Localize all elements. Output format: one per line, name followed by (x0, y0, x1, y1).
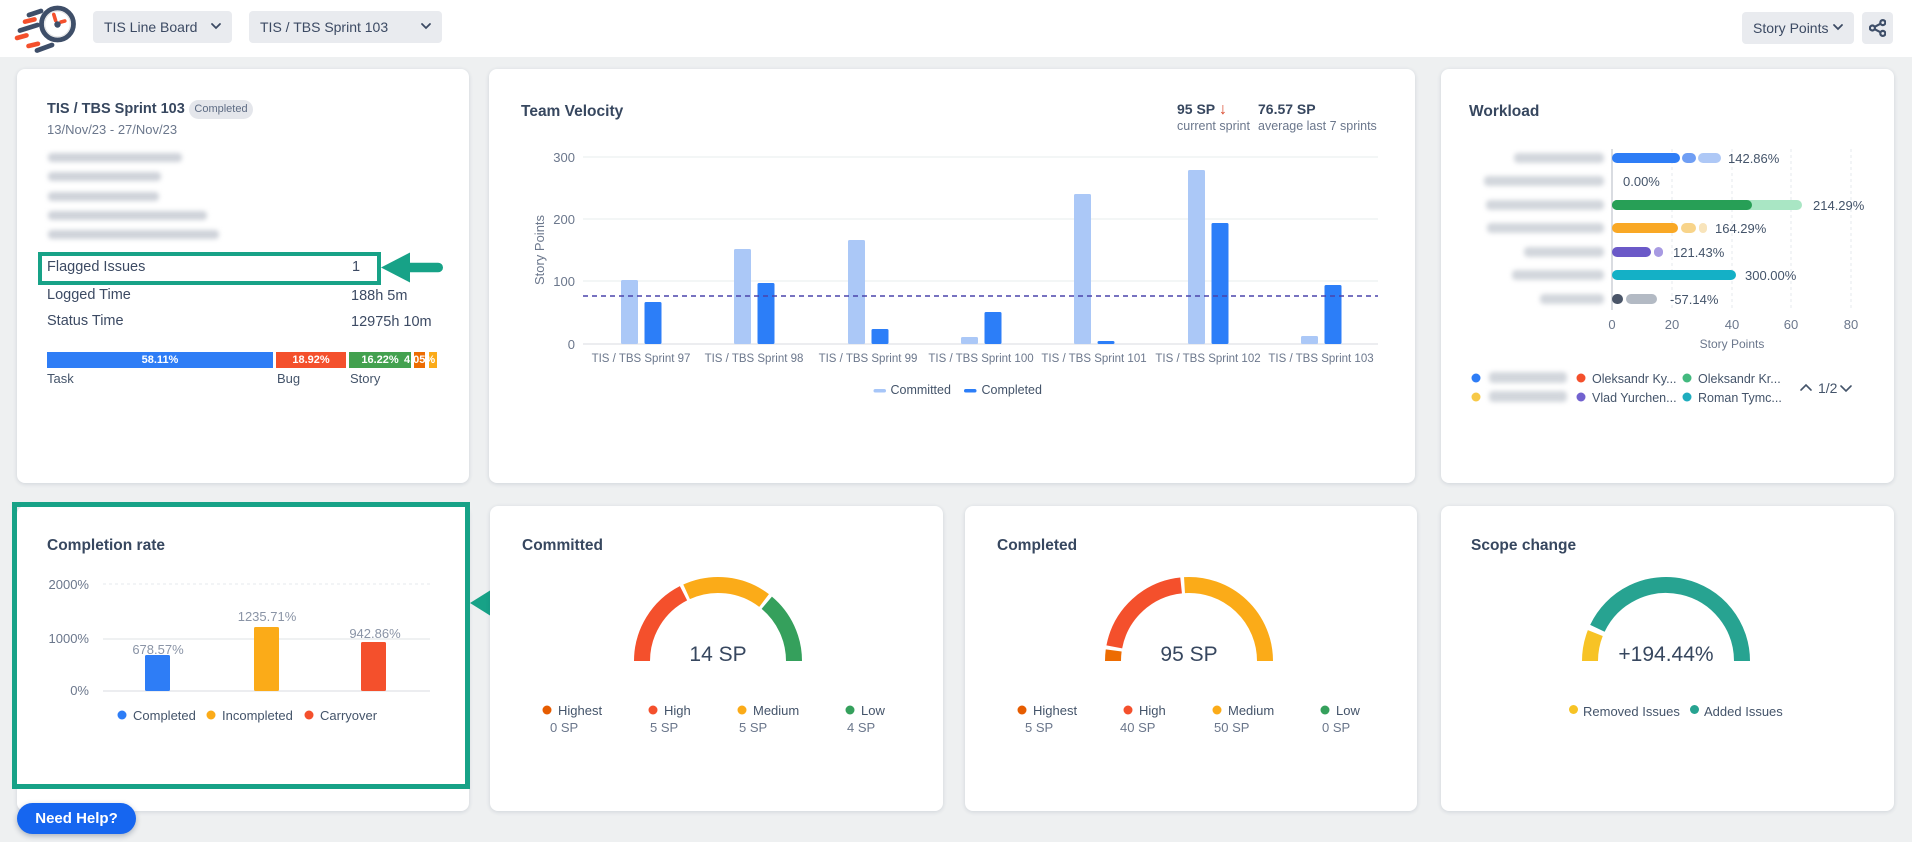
svg-text:Low: Low (1336, 703, 1360, 718)
svg-text:5 SP: 5 SP (650, 720, 678, 735)
svg-text:TIS / TBS Sprint 98: TIS / TBS Sprint 98 (705, 353, 804, 365)
svg-text:300: 300 (553, 150, 575, 165)
svg-text:60: 60 (1784, 317, 1798, 332)
svg-text:40: 40 (1725, 317, 1739, 332)
svg-text:142.86%: 142.86% (1728, 151, 1780, 166)
svg-text:TIS / TBS Sprint 99: TIS / TBS Sprint 99 (819, 353, 918, 365)
svg-text:Story Points: Story Points (532, 214, 547, 285)
svg-text:100: 100 (553, 274, 575, 289)
svg-text:Highest: Highest (1033, 703, 1077, 718)
svg-text:Medium: Medium (753, 703, 799, 718)
svg-text:0.00%: 0.00% (1623, 174, 1660, 189)
svg-text:Medium: Medium (1228, 703, 1274, 718)
svg-text:5 SP: 5 SP (1025, 720, 1053, 735)
svg-text:300.00%: 300.00% (1745, 268, 1797, 283)
svg-text:200: 200 (553, 212, 575, 227)
svg-text:TIS / TBS Sprint 101: TIS / TBS Sprint 101 (1041, 353, 1146, 365)
svg-text:50 SP: 50 SP (1214, 720, 1249, 735)
svg-text:121.43%: 121.43% (1673, 245, 1725, 260)
svg-text:Committed: Committed (891, 383, 951, 397)
svg-text:164.29%: 164.29% (1715, 221, 1767, 236)
svg-text:4 SP: 4 SP (847, 720, 875, 735)
svg-text:Roman Tymc...: Roman Tymc... (1698, 391, 1782, 405)
svg-text:High: High (1139, 703, 1166, 718)
svg-text:0 SP: 0 SP (1322, 720, 1350, 735)
svg-text:High: High (664, 703, 691, 718)
svg-text:Oleksandr Ky...: Oleksandr Ky... (1592, 372, 1677, 386)
svg-text:TIS / TBS Sprint 97: TIS / TBS Sprint 97 (592, 353, 691, 365)
svg-text:214.29%: 214.29% (1813, 198, 1865, 213)
svg-text:1/2: 1/2 (1818, 380, 1838, 396)
svg-text:0 SP: 0 SP (550, 720, 578, 735)
svg-text:Completed: Completed (982, 383, 1042, 397)
svg-text:+194.44%: +194.44% (1618, 643, 1713, 666)
svg-text:5 SP: 5 SP (739, 720, 767, 735)
svg-text:Low: Low (861, 703, 885, 718)
svg-text:0: 0 (1608, 317, 1615, 332)
svg-text:TIS / TBS Sprint 102: TIS / TBS Sprint 102 (1155, 353, 1260, 365)
svg-text:Highest: Highest (558, 703, 602, 718)
svg-text:40 SP: 40 SP (1120, 720, 1155, 735)
svg-text:Oleksandr Kr...: Oleksandr Kr... (1698, 372, 1781, 386)
svg-text:-57.14%: -57.14% (1670, 292, 1719, 307)
svg-text:Vlad Yurchen...: Vlad Yurchen... (1592, 391, 1677, 405)
svg-text:Story Points: Story Points (1700, 337, 1765, 351)
svg-text:TIS / TBS Sprint 100: TIS / TBS Sprint 100 (928, 353, 1033, 365)
svg-text:TIS / TBS Sprint 103: TIS / TBS Sprint 103 (1268, 353, 1373, 365)
svg-text:80: 80 (1844, 317, 1858, 332)
svg-text:0: 0 (568, 337, 575, 352)
svg-text:20: 20 (1665, 317, 1679, 332)
